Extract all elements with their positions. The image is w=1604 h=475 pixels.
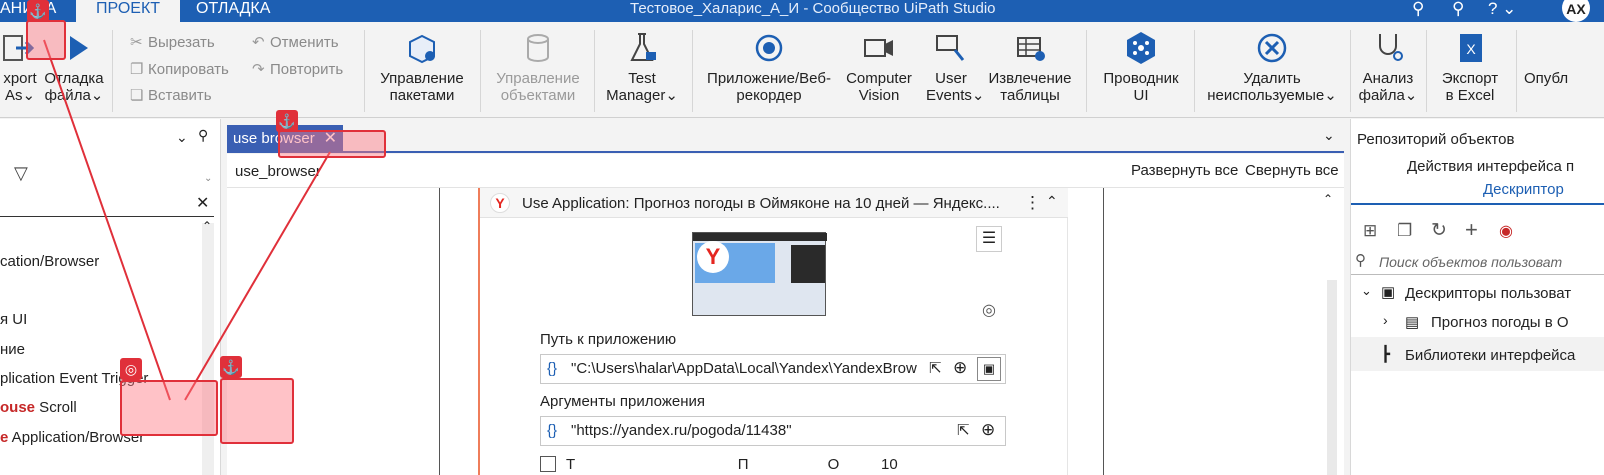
highlight-box <box>26 20 66 60</box>
highlight-box <box>220 378 294 444</box>
target-icon: ◎ <box>120 358 142 380</box>
highlight-box <box>120 380 218 436</box>
anchor-icon: ⚓ <box>27 0 49 22</box>
anchor-icon: ⚓ <box>276 110 298 132</box>
highlight-box <box>278 130 386 158</box>
anchor-icon: ⚓ <box>220 356 242 378</box>
